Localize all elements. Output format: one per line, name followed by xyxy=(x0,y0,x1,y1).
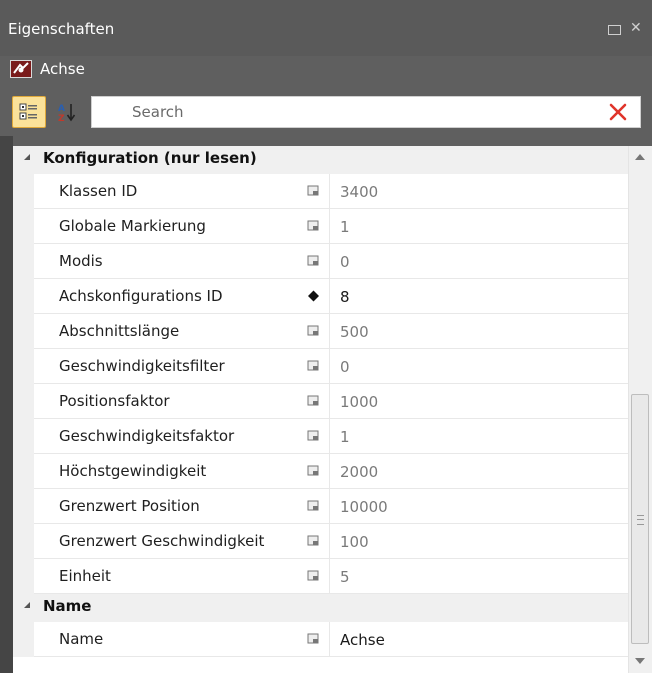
readonly-marker-icon[interactable] xyxy=(299,244,330,279)
alphabetical-sort-button[interactable]: A Z xyxy=(50,96,84,128)
readonly-marker-icon[interactable] xyxy=(299,209,330,244)
property-row[interactable]: Globale Markierung 1 xyxy=(13,209,628,244)
alphabetical-sort-icon: A Z xyxy=(58,104,76,122)
clear-search-icon[interactable] xyxy=(608,102,628,122)
property-row[interactable]: Name Achse xyxy=(13,622,628,657)
readonly-marker-icon[interactable] xyxy=(299,314,330,349)
property-row[interactable]: Modis 0 xyxy=(13,244,628,279)
property-grid: Konfiguration (nur lesen) Klassen ID 340… xyxy=(13,146,652,673)
property-value[interactable]: 8 xyxy=(330,279,628,314)
property-name: Einheit xyxy=(34,559,299,594)
property-row[interactable]: Geschwindigkeitsfaktor 1 xyxy=(13,419,628,454)
svg-text:Z: Z xyxy=(58,114,65,122)
categorized-view-icon xyxy=(19,103,37,120)
property-value: 1 xyxy=(330,419,628,454)
readonly-marker-icon[interactable] xyxy=(299,174,330,209)
property-value: 1000 xyxy=(330,384,628,419)
property-name: Klassen ID xyxy=(34,174,299,209)
readonly-marker-icon[interactable] xyxy=(299,349,330,384)
property-row[interactable]: Geschwindigkeitsfilter 0 xyxy=(13,349,628,384)
property-value: 2000 xyxy=(330,454,628,489)
property-row[interactable]: Achskonfigurations ID 8 xyxy=(13,279,628,314)
property-value: 10000 xyxy=(330,489,628,524)
category-header[interactable]: Konfiguration (nur lesen) xyxy=(13,146,628,174)
grip-icon xyxy=(637,515,644,525)
property-value: 0 xyxy=(330,244,628,279)
category-header[interactable]: Name xyxy=(13,594,628,622)
selected-object-bar xyxy=(0,56,652,92)
readonly-marker-icon[interactable] xyxy=(299,384,330,419)
expander-icon[interactable] xyxy=(24,154,30,160)
property-row[interactable]: Grenzwert Geschwindigkeit 100 xyxy=(13,524,628,559)
scroll-down-arrow-icon[interactable] xyxy=(635,658,645,664)
property-row[interactable]: Positionsfaktor 1000 xyxy=(13,384,628,419)
categorized-view-button[interactable] xyxy=(12,96,46,128)
readonly-marker-icon[interactable] xyxy=(299,489,330,524)
svg-text:A: A xyxy=(58,104,65,114)
property-name: Geschwindigkeitsfilter xyxy=(34,349,299,384)
readonly-marker-icon[interactable] xyxy=(299,622,330,657)
property-value: 0 xyxy=(330,349,628,384)
maximize-icon[interactable] xyxy=(608,25,621,35)
readonly-marker-icon[interactable] xyxy=(299,559,330,594)
category-label: Konfiguration (nur lesen) xyxy=(43,149,257,167)
editable-marker-icon[interactable] xyxy=(299,279,330,314)
selected-object-name: Achse xyxy=(40,60,85,78)
grid-top-border xyxy=(13,136,652,146)
property-name: Grenzwert Position xyxy=(34,489,299,524)
property-row[interactable]: Höchstgewindigkeit 2000 xyxy=(13,454,628,489)
property-value: 5 xyxy=(330,559,628,594)
readonly-marker-icon[interactable] xyxy=(299,524,330,559)
search-input[interactable] xyxy=(132,100,572,124)
panel-title: Eigenschaften xyxy=(8,20,115,38)
search-box[interactable] xyxy=(91,96,641,128)
property-row[interactable]: Einheit 5 xyxy=(13,559,628,594)
readonly-marker-icon[interactable] xyxy=(299,419,330,454)
property-name: Modis xyxy=(34,244,299,279)
property-name: Positionsfaktor xyxy=(34,384,299,419)
close-icon[interactable]: ✕ xyxy=(630,20,642,36)
property-row[interactable]: Abschnittslänge 500 xyxy=(13,314,628,349)
expander-icon[interactable] xyxy=(24,602,30,608)
property-value: 3400 xyxy=(330,174,628,209)
scrollbar-thumb[interactable] xyxy=(631,394,649,644)
property-name: Achskonfigurations ID xyxy=(34,279,299,314)
property-name: Grenzwert Geschwindigkeit xyxy=(34,524,299,559)
readonly-marker-icon[interactable] xyxy=(299,454,330,489)
property-value[interactable]: Achse xyxy=(330,622,628,657)
category-label: Name xyxy=(43,597,92,615)
property-value: 500 xyxy=(330,314,628,349)
property-name: Höchstgewindigkeit xyxy=(34,454,299,489)
axis-object-icon xyxy=(10,60,32,78)
scroll-up-arrow-icon[interactable] xyxy=(635,154,645,160)
property-name: Abschnittslänge xyxy=(34,314,299,349)
property-row[interactable]: Grenzwert Position 10000 xyxy=(13,489,628,524)
property-value: 1 xyxy=(330,209,628,244)
property-name: Globale Markierung xyxy=(34,209,299,244)
property-row[interactable]: Klassen ID 3400 xyxy=(13,174,628,209)
property-name: Name xyxy=(34,622,299,657)
property-value: 100 xyxy=(330,524,628,559)
property-name: Geschwindigkeitsfaktor xyxy=(34,419,299,454)
vertical-scrollbar[interactable] xyxy=(628,146,652,673)
